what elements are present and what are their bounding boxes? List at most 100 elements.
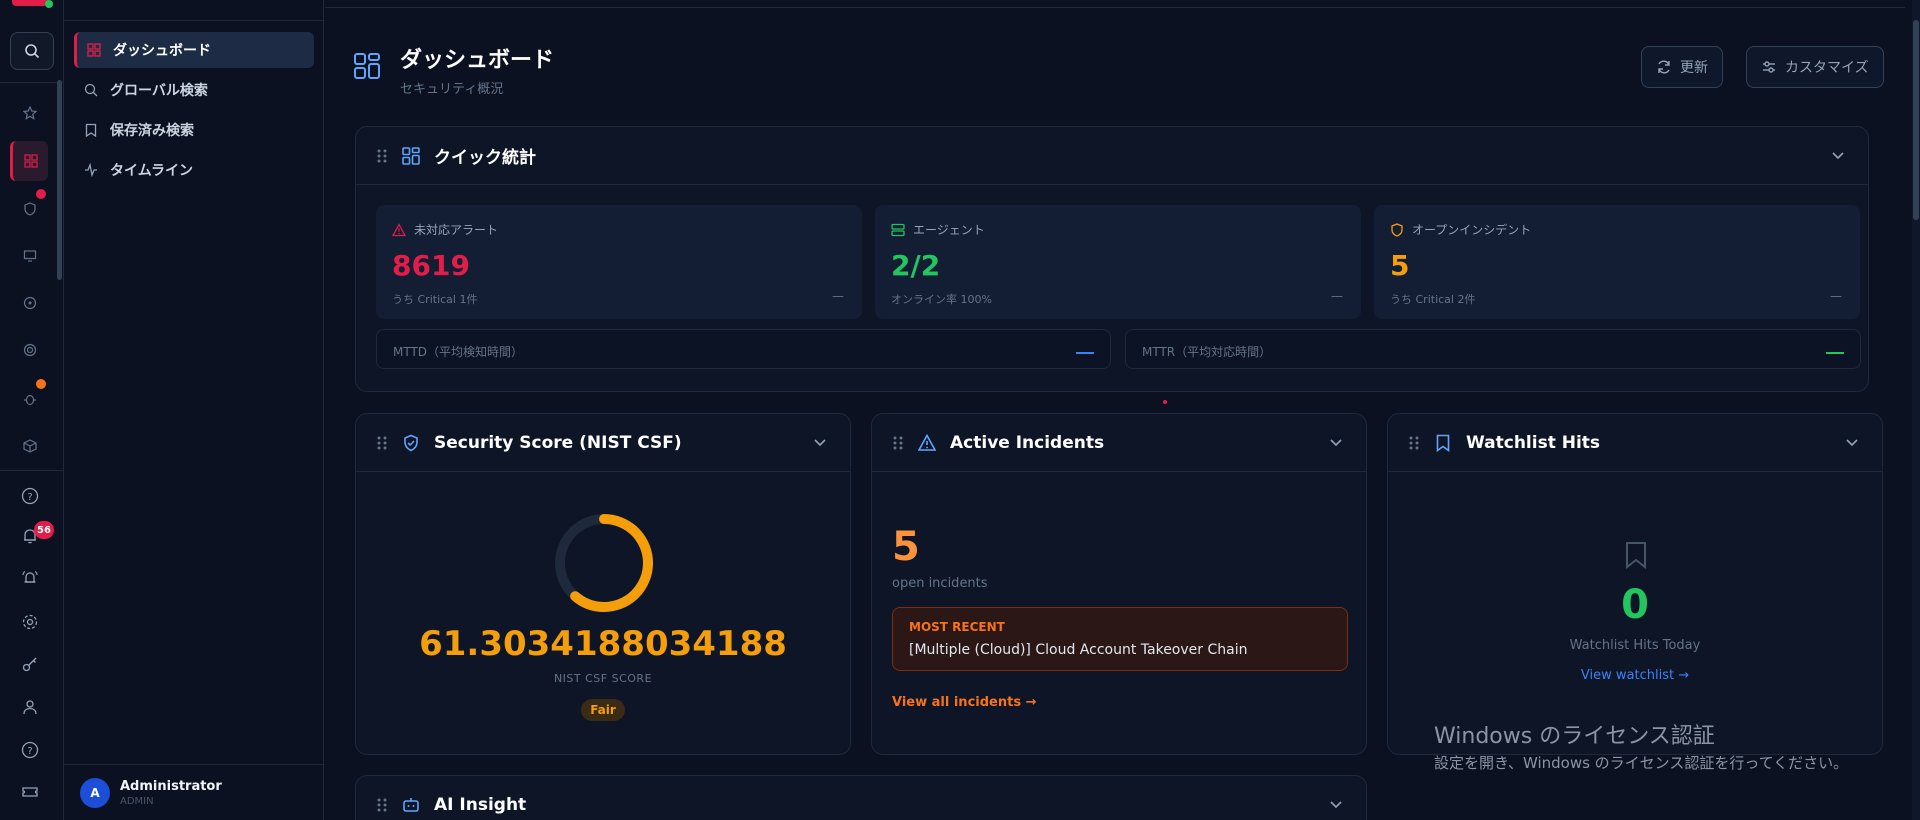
stat-trend: — [1830,289,1842,303]
most-recent-title: [Multiple (Cloud)] Cloud Account Takeove… [909,642,1248,658]
star-icon [23,106,37,120]
rail-scrollbar[interactable] [57,80,62,280]
score-caption: NIST CSF SCORE [553,672,653,685]
rail-settings[interactable] [17,609,43,635]
nav-item-label: グローバル検索 [110,83,208,99]
chevron-down-icon[interactable] [812,434,828,450]
incident-count-label: open incidents [892,576,988,591]
stat-alerts[interactable]: 未対応アラート 8619 うち Critical 1件 — [376,205,862,319]
shield-icon [1391,222,1403,237]
rail-endpoints[interactable] [17,243,43,269]
rail-dashboard[interactable] [10,141,48,181]
bot-icon [403,797,419,812]
chevron-down-icon[interactable] [1328,796,1344,812]
watchlist-card: Watchlist Hits 0 Watchlist Hits Today Vi… [1387,413,1883,755]
rail-threat-intel[interactable] [17,290,43,316]
user-icon [23,700,37,715]
mttd-label: MTTD（平均検知時間） [393,345,524,359]
card-header: Watchlist Hits [1388,414,1882,472]
search-icon [84,83,98,97]
rail-about[interactable]: ? [17,737,43,763]
page-scrollbar[interactable] [1912,0,1920,820]
view-watchlist-link[interactable]: View watchlist → [1388,668,1882,683]
drag-handle-icon[interactable] [1408,435,1420,451]
rail-alerts[interactable] [17,196,43,222]
drag-handle-icon[interactable] [892,435,904,451]
rail-favorites[interactable] [17,100,43,126]
page-subtitle: セキュリティ概況 [400,82,504,97]
stat-sub: オンライン率 100% [891,293,992,306]
nav-item-saved-search[interactable]: 保存済み検索 [74,112,314,148]
gear-icon [22,614,38,630]
app-logo[interactable] [12,0,48,6]
stat-sub: うち Critical 2件 [1390,293,1476,306]
stat-agents[interactable]: エージェント 2/2 オンライン率 100% — [875,205,1361,319]
target-icon [23,296,37,310]
card-header: クイック統計 [356,127,1868,185]
rail-users[interactable] [17,694,43,720]
nav-divider [64,20,324,21]
nav-item-timeline[interactable]: タイムライン [74,152,314,188]
stat-incidents[interactable]: オープンインシデント 5 うち Critical 2件 — [1374,205,1860,319]
stat-trend: — [832,289,844,303]
rail-vulnerabilities[interactable] [17,386,43,412]
card-header: AI Insight [356,776,1366,820]
radar-icon [23,343,37,357]
rail-alarm[interactable] [17,565,43,591]
rail-search-button[interactable] [10,32,54,70]
rail-divider [0,82,64,83]
avatar: A [80,777,110,808]
stat-label: 未対応アラート [392,221,498,238]
drag-handle-icon[interactable] [376,435,388,451]
bug-icon [24,394,36,406]
refresh-button[interactable]: 更新 [1641,46,1723,88]
notification-badge: 56 [34,521,54,539]
rail-help[interactable]: ? [17,483,43,509]
incident-count: 5 [892,524,920,570]
nav-item-label: ダッシュボード [113,43,211,59]
shield-check-icon [404,434,418,451]
card-header: Security Score (NIST CSF) [356,414,850,472]
bookmark-icon [1436,434,1450,452]
mttr-metric[interactable]: MTTR（平均対応時間） [1125,329,1861,369]
refresh-label: 更新 [1680,60,1708,76]
most-recent-incident[interactable]: MOST RECENT [Multiple (Cloud)] Cloud Acc… [892,607,1348,671]
chevron-down-icon[interactable] [1844,434,1860,450]
ticket-icon [22,787,38,797]
user-profile[interactable]: A Administrator ADMIN [64,764,324,820]
drop-indicator [1163,400,1167,404]
activity-icon [85,163,97,177]
rail-network[interactable] [17,337,43,363]
scrollbar-thumb[interactable] [1913,20,1919,220]
stat-trend: — [1331,289,1343,303]
alert-triangle-icon [392,222,406,236]
bookmark-icon [1626,542,1646,569]
rail-keys[interactable] [17,651,43,677]
box-icon [23,439,37,453]
customize-button[interactable]: カスタマイズ [1746,46,1884,88]
drag-handle-icon[interactable] [376,148,388,164]
mttd-metric[interactable]: MTTD（平均検知時間） [376,329,1111,369]
icon-rail: ? 56 ? [0,0,64,820]
nav-item-global-search[interactable]: グローバル検索 [74,72,314,108]
card-title: Security Score (NIST CSF) [434,432,682,453]
nav-item-dashboard[interactable]: ダッシュボード [74,32,314,68]
grid-icon [402,146,420,165]
ai-insight-card: AI Insight [355,775,1367,820]
search-icon [25,44,40,59]
rail-tickets[interactable] [17,779,43,805]
card-title: クイック統計 [434,148,536,168]
nav-item-label: タイムライン [110,163,194,179]
chevron-down-icon[interactable] [1830,147,1846,163]
card-title: Watchlist Hits [1466,432,1601,453]
chevron-down-icon[interactable] [1328,434,1344,450]
rail-assets[interactable] [17,433,43,459]
drag-handle-icon[interactable] [376,797,388,813]
svg-text:?: ? [27,746,32,757]
view-all-incidents-link[interactable]: View all incidents → [892,695,1036,710]
card-title: Active Incidents [950,432,1105,453]
most-recent-label: MOST RECENT [909,620,1005,634]
card-header: Active Incidents [872,414,1366,472]
activation-watermark-title: Windows のライセンス認証 [1434,724,1715,749]
bookmark-icon [85,123,97,137]
